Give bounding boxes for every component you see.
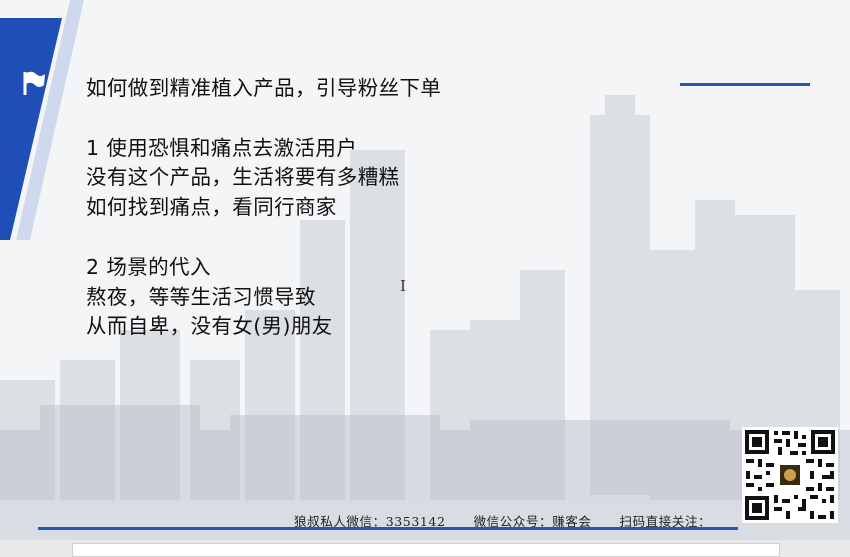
flag-icon (23, 71, 45, 95)
text-line: 如何找到痛点，看同行商家 (86, 195, 337, 220)
text-cursor-icon: I (400, 277, 406, 295)
text-line: 从而自卑，没有女(男)朋友 (86, 314, 333, 339)
accent-shape (0, 0, 84, 240)
slide-title: 如何做到精准植入产品，引导粉丝下单 (86, 76, 442, 100)
text-line: 1 使用恐惧和痛点去激活用户 (86, 135, 358, 160)
title-rule (680, 83, 810, 86)
next-slide-thumbnail[interactable] (72, 543, 780, 557)
qr-code (742, 427, 838, 523)
slide-text-box[interactable]: 如何做到精准植入产品，引导粉丝下单 1 使用恐惧和痛点去激活用户 没有这个产品，… (86, 74, 441, 342)
text-line: 2 场景的代入 (86, 254, 211, 279)
text-line: 没有这个产品，生活将要有多糟糕 (86, 165, 400, 190)
text-line: 熬夜，等等生活习惯导致 (86, 284, 316, 309)
footer-rule (38, 527, 738, 530)
slide-canvas[interactable]: 如何做到精准植入产品，引导粉丝下单 1 使用恐惧和痛点去激活用户 没有这个产品，… (0, 0, 850, 540)
